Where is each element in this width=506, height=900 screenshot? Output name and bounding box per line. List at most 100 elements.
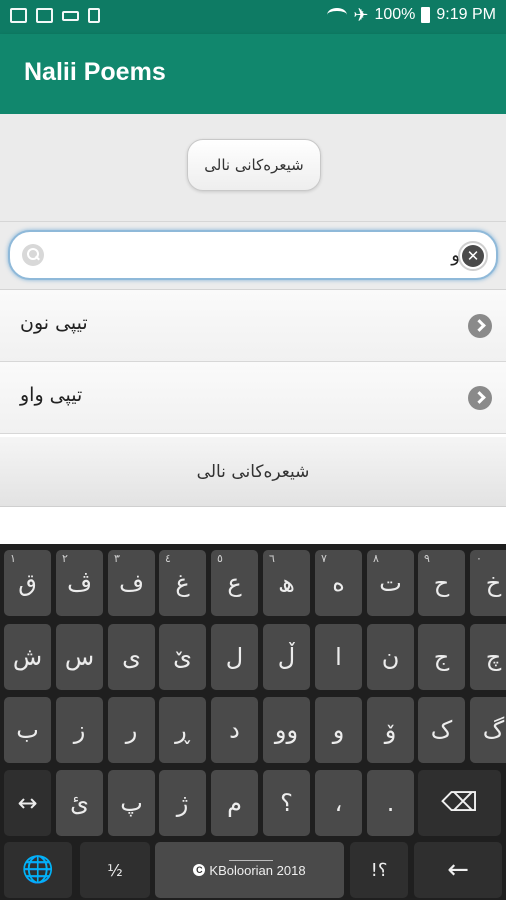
key[interactable]: ٧ە [315,550,362,616]
delete-key[interactable]: ⌫ [418,770,501,836]
battery-icon [421,7,431,23]
space-key-label: KBoloorian 2018 [209,862,306,878]
key[interactable]: و [315,697,362,763]
key[interactable]: ز [56,697,103,763]
key-hint: ٧ [321,552,327,565]
key-label: غ [175,569,190,597]
key[interactable]: ڵ [263,624,310,690]
key[interactable]: ێ [159,624,206,690]
language-key[interactable]: 🌐 [4,842,72,898]
key[interactable]: ل [211,624,258,690]
layout-toggle-key[interactable]: ↔ [4,770,51,836]
key-hint: ٥ [217,552,223,565]
key[interactable]: ن [367,624,414,690]
arrow-left-icon: ← [447,855,469,885]
key-label: ە [332,569,345,597]
numbers-key-label: ½ [107,860,123,880]
key[interactable]: ٣ف [108,550,155,616]
poems-home-button[interactable]: شیعرەکانی نالی [187,139,321,191]
system-icons: ✈ 100% 9:19 PM [327,6,496,24]
punctuation-key[interactable]: ؟! [350,842,408,898]
key[interactable]: ئ [56,770,103,836]
list-item[interactable]: تیپی واو [0,362,506,434]
key-hint: ١ [10,552,16,565]
key-hint: ٤ [165,552,171,565]
key-hint: ٢ [62,552,68,565]
key[interactable]: ؟ [263,770,310,836]
key[interactable]: ک [418,697,465,763]
battery-percent: 100% [374,6,416,23]
key-label: ق [18,569,37,597]
gallery-icon [10,8,27,23]
key[interactable]: ی [108,624,155,690]
key[interactable]: ج [418,624,465,690]
search-icon [22,244,44,266]
chevron-right-icon [468,386,492,410]
list-item-label: تیپی نون [20,312,88,334]
backspace-icon: ⌫ [441,788,478,818]
key-hint: ٨ [373,552,379,565]
key[interactable]: م [211,770,258,836]
key[interactable]: ا [315,624,362,690]
chevron-right-icon [468,314,492,338]
space-key[interactable]: C KBoloorian 2018 [155,842,344,898]
key-hint: ٩ [424,552,430,565]
key[interactable]: ر [108,697,155,763]
key[interactable]: . [367,770,414,836]
key[interactable]: ٢ڤ [56,550,103,616]
airplane-icon: ✈ [353,5,369,25]
key-label: ع [227,569,242,597]
notification-icons [10,8,100,23]
key[interactable]: ٠خ [470,550,506,616]
copyright-icon: C [193,864,206,876]
list-item-label: تیپی واو [20,384,83,406]
clear-search-button[interactable]: ✕ [458,241,488,271]
app-bar: Nalii Poems [0,34,506,114]
sd-card-icon [88,8,100,23]
key[interactable]: گ [470,697,506,763]
key[interactable]: س [56,624,103,690]
key-label: ح [433,569,450,597]
key[interactable]: ، [315,770,362,836]
punctuation-key-label: ؟! [370,859,388,881]
key-label: ف [119,569,144,597]
header-area: شیعرەکانی نالی [0,114,506,222]
key[interactable]: د [211,697,258,763]
enter-key[interactable]: ← [414,842,502,898]
key[interactable]: ٨ت [367,550,414,616]
key[interactable]: ۆ [367,697,414,763]
key-hint: ٦ [269,552,275,565]
key-hint: ٣ [114,552,120,565]
key[interactable]: پ [108,770,155,836]
key[interactable]: ژ [159,770,206,836]
search-box: ✕ [8,230,498,280]
key-label: ڤ [67,569,92,597]
footer-bar: شیعرەکانی نالی [0,437,506,507]
key-label: ھ [278,569,295,597]
clock: 9:19 PM [436,6,496,23]
key-label: ت [379,569,402,597]
list-item[interactable]: تیپی نون [0,290,506,362]
key[interactable]: وو [263,697,310,763]
key[interactable]: ب [4,697,51,763]
keyboard: ١ق٢ڤ٣ف٤غ٥ع٦ھ٧ە٨ت٩ح٠خ شسیێلڵانجچ ب ز ر ڕ د وو و… [0,544,506,900]
globe-icon: 🌐 [21,855,55,885]
app-title: Nalii Poems [24,58,166,86]
key[interactable]: ڕ [159,697,206,763]
search-bar: ✕ [0,222,506,290]
key[interactable]: ٦ھ [263,550,310,616]
key[interactable]: ٥ع [211,550,258,616]
numbers-key[interactable]: ½ [80,842,150,898]
activity-icon [36,8,53,23]
key[interactable]: چ [470,624,506,690]
key[interactable]: ١ق [4,550,51,616]
search-input[interactable] [54,241,460,269]
voicemail-icon [62,11,79,21]
close-icon: ✕ [462,245,484,267]
key-label: خ [485,569,502,597]
key-hint: ٠ [476,552,482,565]
key[interactable]: ٩ح [418,550,465,616]
key[interactable]: ش [4,624,51,690]
key[interactable]: ٤غ [159,550,206,616]
wifi-icon [327,8,348,22]
